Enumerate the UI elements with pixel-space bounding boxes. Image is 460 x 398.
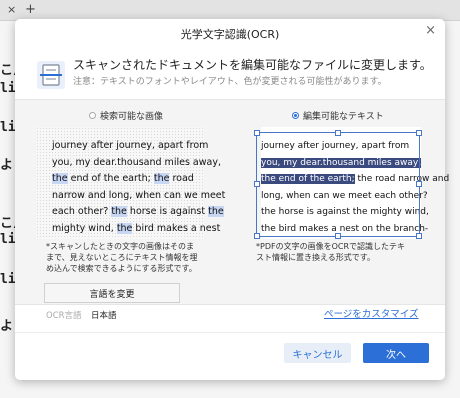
description-line: *PDFの文字の画像をOCRで認識したテキ xyxy=(256,242,406,251)
tab-close-icon[interactable]: × xyxy=(7,3,16,16)
dialog-heading: スキャンされたドキュメントを編集可能なファイルに変更します。 xyxy=(73,58,432,72)
option-label: 編集可能なテキスト xyxy=(303,112,384,122)
preview-text: journey after journey, apart from you, m… xyxy=(52,138,225,237)
document-scan-icon xyxy=(37,61,65,89)
search-highlight: the xyxy=(52,173,68,184)
preview-fragment: each other? xyxy=(52,206,112,217)
close-icon[interactable]: × xyxy=(425,23,436,38)
ocr-language-label: OCR言語 xyxy=(46,311,82,321)
search-highlight: the xyxy=(111,206,127,217)
search-highlight: the xyxy=(208,206,224,217)
customize-page-link[interactable]: ページをカスタマイズ xyxy=(324,306,419,320)
radio-checked-icon xyxy=(292,112,299,119)
radio-unchecked-icon xyxy=(89,112,96,119)
searchable-image-preview[interactable]: journey after journey, apart from you, m… xyxy=(36,127,225,239)
dialog-note: 注意：テキストのフォントやレイアウト、色が変更される可能性があります。 xyxy=(73,77,387,87)
option-searchable-image[interactable]: 検索可能な画像 xyxy=(89,109,163,122)
preview-fragment: road xyxy=(169,173,194,184)
resize-handle[interactable] xyxy=(416,181,422,187)
ocr-language-value: 日本語 xyxy=(91,311,117,321)
preview-line: journey after journey, apart from xyxy=(52,140,209,151)
description-line: め込んで検索できるようにする形式です。 xyxy=(46,264,197,273)
preview-line: the end of the earth; the road xyxy=(52,171,225,188)
resize-handle[interactable] xyxy=(254,233,260,239)
description-line: *スキャンしたときの文字の画像はそのま xyxy=(46,242,194,251)
preview-line: narrow and long, when can we meet xyxy=(52,189,226,201)
resize-handle[interactable] xyxy=(335,130,341,136)
next-button[interactable]: 次へ xyxy=(363,343,429,363)
preview-line: you, my dear.thousand miles away, xyxy=(52,156,221,168)
tab-bar: × + xyxy=(0,0,460,21)
ocr-dialog: 光学文字認識(OCR) × スキャンされたドキュメントを編集可能なファイルに変更… xyxy=(15,19,449,380)
change-language-button[interactable]: 言語を変更 xyxy=(44,283,180,303)
option-editable-text[interactable]: 編集可能なテキスト xyxy=(292,109,384,122)
search-highlight: the xyxy=(116,222,133,234)
resize-handle[interactable] xyxy=(254,130,260,136)
editable-text-description: *PDFの文字の画像をOCRで認識したテキ スト情報に置き換える形式です。 xyxy=(256,241,405,263)
footer-divider xyxy=(15,332,445,333)
text-box-selection[interactable] xyxy=(256,132,420,237)
description-line: まで、見えないところにテキスト情報を埋 xyxy=(46,253,198,262)
preview-fragment: horse is against xyxy=(126,206,209,217)
preview-fragment: mighty wind, xyxy=(52,222,117,234)
resize-handle[interactable] xyxy=(335,233,341,239)
preview-line: each other? the horse is against the xyxy=(52,204,225,221)
preview-fragment: bird makes a nest xyxy=(132,222,221,234)
preview-fragment: end of the earth; xyxy=(67,173,154,184)
resize-handle[interactable] xyxy=(254,181,260,187)
preview-line: mighty wind, the bird makes a nest xyxy=(52,221,225,238)
resize-handle[interactable] xyxy=(416,130,422,136)
new-tab-icon[interactable]: + xyxy=(25,2,36,17)
searchable-image-description: *スキャンしたときの文字の画像はそのま まで、見えないところにテキスト情報を埋 … xyxy=(46,241,197,274)
cancel-button[interactable]: キャンセル xyxy=(284,343,351,363)
option-label: 検索可能な画像 xyxy=(100,112,164,122)
resize-handle[interactable] xyxy=(416,233,422,239)
description-line: スト情報に置き換える形式です。 xyxy=(256,253,375,262)
search-highlight: the xyxy=(153,173,170,184)
dialog-title: 光学文字認識(OCR) xyxy=(180,28,280,41)
